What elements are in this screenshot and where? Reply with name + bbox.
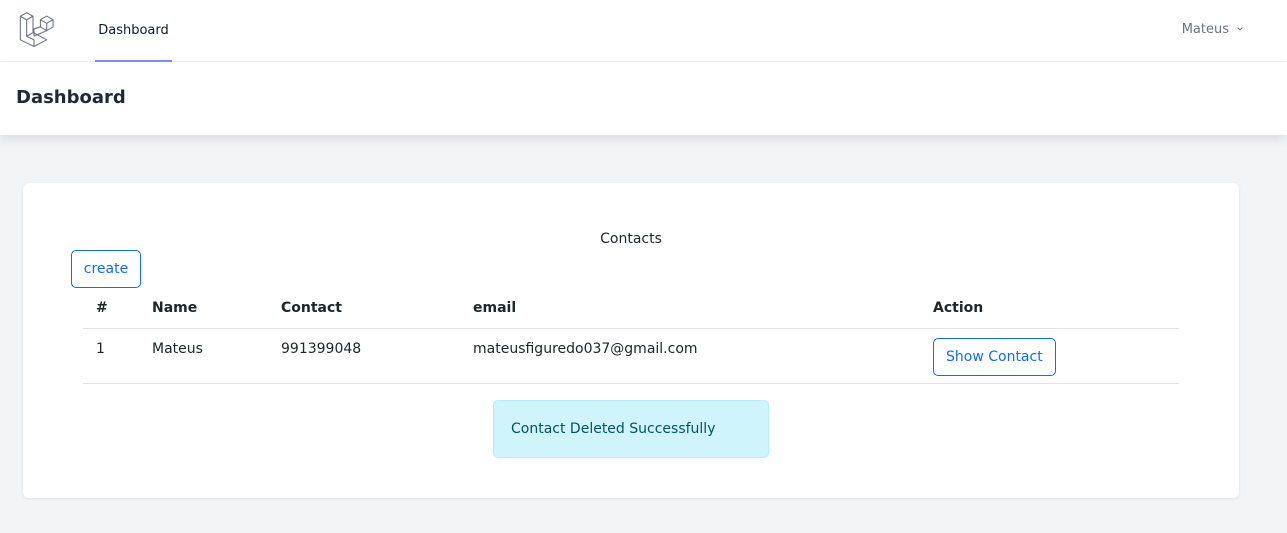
column-header-contact: Contact (268, 288, 460, 329)
success-alert: Contact Deleted Successfully (493, 400, 769, 458)
chevron-down-icon (1237, 27, 1243, 31)
user-name: Mateus (1181, 21, 1229, 37)
column-header-email: email (460, 288, 920, 329)
cell-name: Mateus (139, 328, 268, 384)
column-header-number: # (83, 288, 139, 329)
cell-action: Show Contact (920, 328, 1179, 384)
column-header-name: Name (139, 288, 268, 329)
create-button[interactable]: create (71, 250, 141, 288)
top-navigation: Dashboard Mateus (0, 0, 1287, 62)
contacts-title: Contacts (600, 231, 662, 247)
cell-contact: 991399048 (268, 328, 460, 384)
contacts-card: Contacts create # Name Contact email Act… (23, 183, 1239, 498)
nav-link-dashboard[interactable]: Dashboard (95, 0, 172, 62)
column-header-action: Action (920, 288, 1179, 329)
table-row: 1 Mateus 991399048 mateusfiguredo037@gma… (83, 328, 1179, 384)
cell-email: mateusfiguredo037@gmail.com (460, 328, 920, 384)
user-menu[interactable]: Mateus (1182, 0, 1245, 58)
table-header-row: # Name Contact email Action (83, 288, 1179, 329)
laravel-logo-icon[interactable] (18, 12, 55, 47)
page-title: Dashboard (16, 87, 126, 108)
cell-number: 1 (83, 328, 139, 384)
show-contact-button[interactable]: Show Contact (933, 337, 1056, 376)
contacts-table: # Name Contact email Action 1 Mateus 991… (83, 288, 1179, 384)
page-header: Dashboard (0, 62, 1287, 135)
